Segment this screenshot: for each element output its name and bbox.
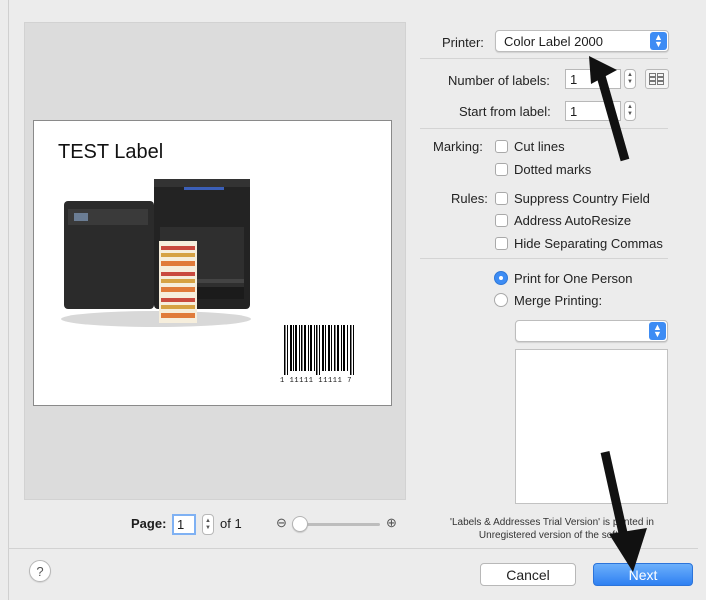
popup-arrows-icon: ▲ ▼ (649, 322, 666, 340)
merge-printing-label: Merge Printing: (514, 293, 603, 308)
number-of-labels-label: Number of labels: (448, 73, 550, 88)
page-of-label: of 1 (220, 516, 242, 531)
grid-icon (649, 73, 664, 85)
preview-pane: TEST Label 1 11111 11111 7 (24, 22, 406, 500)
zoom-slider-thumb[interactable] (292, 516, 308, 532)
start-from-label-label: Start from label: (459, 104, 551, 119)
label-preview: TEST Label 1 11111 11111 7 (33, 120, 392, 406)
zoom-in-icon[interactable]: ⊕ (386, 515, 397, 531)
annotation-arrow-up-icon (589, 56, 630, 162)
marking-label: Marking: (433, 139, 483, 154)
print-one-person-label: Print for One Person (514, 271, 633, 286)
divider (420, 258, 668, 259)
printer-select[interactable]: Color Label 2000 ▲ ▼ (495, 30, 669, 52)
printer-value: Color Label 2000 (504, 33, 604, 49)
rules-label: Rules: (451, 191, 488, 206)
annotation-arrow-down-icon (600, 451, 647, 572)
hide-commas-label: Hide Separating Commas (514, 236, 663, 251)
print-one-person-radio[interactable] (494, 271, 508, 285)
barcode (284, 325, 354, 375)
barcode-digits: 1 11111 11111 7 (280, 377, 353, 385)
cut-lines-checkbox[interactable] (495, 140, 508, 153)
label-grid-button[interactable] (645, 69, 669, 89)
cancel-button[interactable]: Cancel (480, 563, 576, 586)
printer-image (61, 179, 251, 327)
dotted-marks-checkbox[interactable] (495, 163, 508, 176)
address-autoresize-checkbox[interactable] (495, 214, 508, 227)
page-label: Page: (131, 516, 167, 531)
merge-printing-radio[interactable] (494, 293, 508, 307)
zoom-out-icon[interactable]: ⊖ (276, 515, 287, 531)
hide-commas-checkbox[interactable] (495, 237, 508, 250)
help-button[interactable]: ? (29, 560, 51, 582)
popup-arrows-icon: ▲ ▼ (650, 32, 667, 50)
merge-source-select[interactable]: ▲ ▼ (515, 320, 668, 342)
cut-lines-label: Cut lines (514, 139, 565, 154)
page-stepper[interactable]: ▲ ▼ (202, 514, 214, 535)
label-title: TEST Label (58, 141, 164, 163)
printer-label: Printer: (442, 35, 484, 50)
zoom-slider-track[interactable] (300, 523, 380, 526)
page-field[interactable]: 1 (172, 514, 196, 535)
suppress-country-label: Suppress Country Field (514, 191, 650, 206)
suppress-country-checkbox[interactable] (495, 192, 508, 205)
address-autoresize-label: Address AutoResize (514, 213, 632, 228)
